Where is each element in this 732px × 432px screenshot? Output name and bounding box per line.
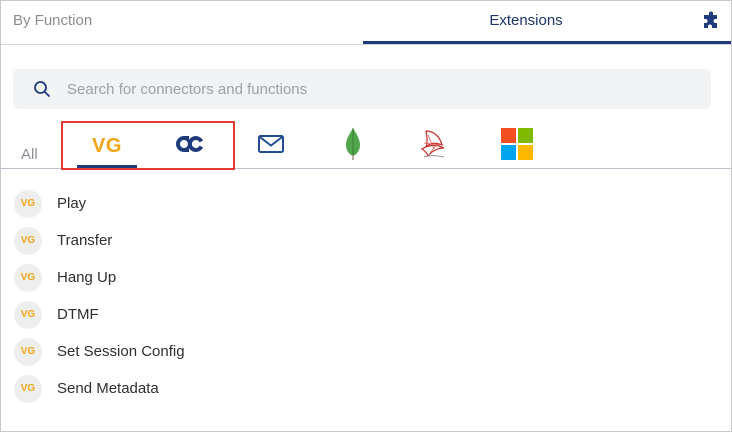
connector-tab-mail[interactable] (243, 123, 299, 169)
function-label: Send Metadata (57, 380, 159, 397)
connector-tab-sql-server[interactable] (405, 123, 461, 169)
vg-badge-icon: VG (14, 227, 42, 255)
connector-tab-all[interactable]: All (21, 146, 38, 163)
mail-icon (257, 133, 285, 160)
tab-by-function[interactable]: By Function (13, 1, 92, 44)
search-box (13, 69, 711, 109)
extensions-panel: By Function Extensions All VG (0, 0, 732, 432)
tab-extensions[interactable]: Extensions (363, 1, 689, 44)
function-label: Transfer (57, 232, 113, 249)
function-item-hang-up[interactable]: VG Hang Up (1, 260, 731, 297)
function-label: Hang Up (57, 269, 117, 286)
ac-icon (172, 133, 206, 160)
puzzle-icon[interactable] (701, 11, 721, 31)
microsoft-icon (501, 127, 533, 165)
vg-badge-icon: VG (14, 264, 42, 292)
function-item-play[interactable]: VG Play (1, 186, 731, 223)
vg-icon: VG (92, 134, 122, 157)
function-label: DTMF (57, 306, 99, 323)
sql-server-icon (418, 127, 448, 166)
connector-tab-vg[interactable]: VG (79, 123, 135, 169)
vg-badge-icon: VG (14, 301, 42, 329)
top-tab-bar: By Function Extensions (1, 1, 731, 45)
connector-tab-microsoft[interactable] (489, 123, 545, 169)
vg-badge-icon: VG (14, 190, 42, 218)
selected-connector-indicator (77, 165, 137, 168)
function-label: Play (57, 195, 87, 212)
search-icon (32, 79, 52, 99)
vg-badge-icon: VG (14, 338, 42, 366)
function-item-send-metadata[interactable]: VG Send Metadata (1, 371, 731, 408)
mongodb-icon (343, 127, 363, 166)
vg-badge-icon: VG (14, 375, 42, 403)
search-input[interactable] (67, 69, 687, 109)
connector-tabs: All VG (1, 119, 731, 169)
active-tab-indicator (363, 41, 731, 44)
connector-tab-mongodb[interactable] (325, 123, 381, 169)
function-item-transfer[interactable]: VG Transfer (1, 223, 731, 260)
connector-tab-ac[interactable] (161, 123, 217, 169)
function-item-set-session-config[interactable]: VG Set Session Config (1, 334, 731, 371)
function-list: VG Play VG Transfer VG Hang Up VG DTMF V… (1, 186, 731, 408)
function-label: Set Session Config (57, 343, 185, 360)
function-item-dtmf[interactable]: VG DTMF (1, 297, 731, 334)
